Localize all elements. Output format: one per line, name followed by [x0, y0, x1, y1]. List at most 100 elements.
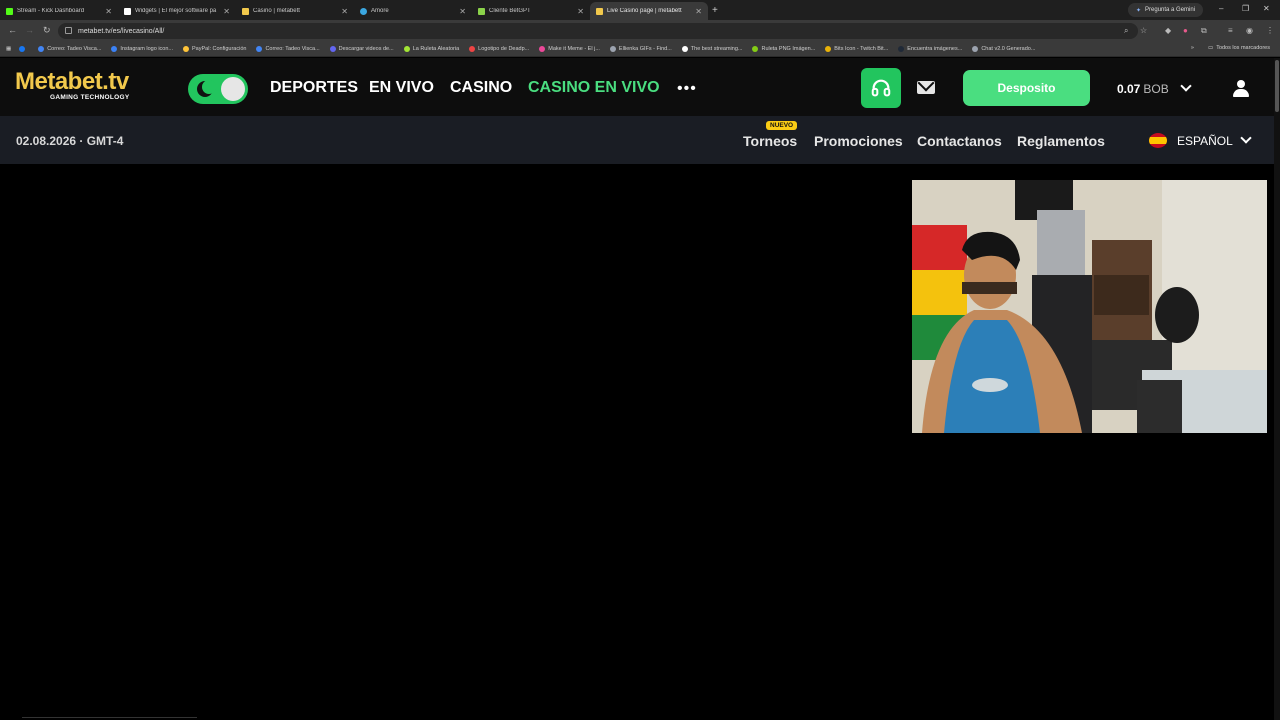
url-input[interactable]: metabet.tv/es/livecasino/All/ — [58, 23, 1138, 39]
support-button[interactable] — [861, 68, 901, 108]
bookmark-item[interactable]: Descargar videos de... — [329, 46, 394, 52]
new-tab-button[interactable]: + — [712, 5, 718, 16]
date-display: 02.08.2026 · GMT-4 — [16, 134, 124, 148]
close-icon[interactable]: ✕ — [695, 7, 702, 16]
gif-icon — [609, 46, 616, 52]
chevron-double-right-icon: » — [1190, 45, 1194, 51]
close-window-button[interactable]: ✕ — [1263, 4, 1270, 13]
page-scrollbar[interactable] — [1274, 58, 1280, 720]
bookmarks-bar: ▦ Correo: Tadeo Visca... Instagram logo … — [0, 42, 1280, 57]
bookmark-item[interactable]: The best streaming... — [681, 46, 742, 52]
chat-icon — [972, 46, 979, 52]
site-logo[interactable]: Metabet.tv GAMING TECHNOLOGY — [15, 70, 130, 102]
logo-icon — [469, 46, 476, 52]
close-icon[interactable]: ✕ — [577, 7, 584, 16]
close-icon[interactable]: ✕ — [105, 7, 112, 16]
menu-icon[interactable]: ≡ — [1228, 26, 1233, 35]
nav-casino-en-vivo[interactable]: CASINO EN VIVO — [528, 79, 660, 97]
close-icon[interactable]: ✕ — [459, 7, 466, 16]
new-badge: NUEVO — [766, 121, 798, 130]
browser-tab-bar: Stream - Kick Dashboard ✕ Widgets | El me… — [0, 0, 1280, 20]
bookmark-item[interactable]: Instagram logo icon... — [111, 46, 173, 52]
browser-tab-active[interactable]: Live Casino page | metabett ✕ — [590, 2, 708, 20]
gemini-icon: ✦ — [1136, 7, 1142, 14]
browser-tab[interactable]: Cliente BetGPT ✕ — [472, 2, 590, 20]
search-icon — [898, 46, 905, 52]
nav-casino[interactable]: CASINO — [450, 79, 512, 97]
back-icon[interactable]: ← — [8, 25, 17, 35]
bookmark-item[interactable]: Correo: Tadeo Visca... — [38, 46, 101, 52]
moon-icon — [197, 80, 216, 97]
bookmark-item[interactable]: Bits Icon - Twitch Bit... — [825, 46, 888, 52]
browser-tab[interactable]: Widgets | El mejor software pa ✕ — [118, 2, 236, 20]
bits-icon — [825, 46, 832, 52]
extension-icon[interactable]: ◆ — [1165, 26, 1171, 35]
kick-icon — [6, 7, 13, 15]
subnav-promociones[interactable]: Promociones — [814, 133, 903, 149]
close-icon[interactable]: ✕ — [341, 7, 348, 16]
bookmark-item[interactable]: Make it Meme - El j... — [539, 46, 600, 52]
wheel-icon — [403, 46, 410, 52]
browser-tab[interactable]: Amore ✕ — [354, 2, 472, 20]
bookmark-item[interactable]: Ellienka GIFs - Find... — [609, 46, 672, 52]
divider — [22, 717, 197, 718]
toggle-knob — [221, 77, 245, 101]
nav-deportes[interactable]: DEPORTES — [270, 79, 358, 97]
reload-icon[interactable]: ↻ — [43, 25, 51, 36]
browser-tab[interactable]: Stream - Kick Dashboard ✕ — [0, 2, 118, 20]
minimize-button[interactable]: – — [1219, 4, 1223, 13]
extensions-icon[interactable]: ⧉ — [1201, 26, 1207, 36]
headset-icon — [871, 79, 891, 97]
nav-en-vivo[interactable]: EN VIVO — [369, 79, 434, 97]
subnav-reglamentos[interactable]: Reglamentos — [1017, 133, 1105, 149]
forward-icon[interactable]: → — [25, 25, 34, 35]
balance-display[interactable]: 0.07 BOB — [1117, 82, 1169, 96]
zoom-icon[interactable]: ⌕ — [1124, 26, 1128, 36]
profile-icon[interactable]: ◉ — [1246, 26, 1253, 35]
facebook-icon — [19, 46, 26, 52]
deposit-button[interactable]: Desposito — [963, 70, 1090, 106]
bookmark-item[interactable]: Chat v2.0 Generado... — [972, 46, 1035, 52]
paypal-icon — [183, 46, 190, 52]
diamond-icon — [681, 46, 688, 52]
bookmark-item[interactable] — [19, 46, 28, 52]
webcam-overlay — [912, 180, 1267, 433]
site-info-icon[interactable] — [65, 27, 72, 34]
close-icon[interactable]: ✕ — [223, 7, 230, 16]
scrollbar-thumb[interactable] — [1275, 60, 1279, 112]
maximize-button[interactable]: ❐ — [1242, 4, 1249, 13]
mail-icon — [38, 46, 45, 52]
gemini-button[interactable]: ✦ Pregunta a Gemini — [1128, 3, 1204, 17]
extension-icon[interactable]: ● — [1183, 26, 1188, 35]
user-icon[interactable] — [1232, 80, 1250, 97]
betgpt-icon — [478, 7, 485, 15]
subnav-contactanos[interactable]: Contactanos — [917, 133, 1002, 149]
metabet-icon — [596, 7, 603, 15]
browser-tab[interactable]: Casino | metabett ✕ — [236, 2, 354, 20]
bookmark-item[interactable]: La Ruleta Aleatoria — [403, 46, 459, 52]
metabet-icon — [242, 7, 249, 15]
bookmark-item[interactable]: Correo: Tadeo Visca... — [256, 46, 320, 52]
mail-icon[interactable] — [917, 81, 935, 94]
bookmark-item[interactable]: Logotipo de Deadp... — [469, 46, 529, 52]
apps-icon[interactable]: ▦ — [6, 46, 11, 52]
mail-icon — [256, 46, 263, 52]
amore-icon — [360, 7, 367, 15]
image-icon — [111, 46, 118, 52]
widgets-icon — [124, 7, 131, 15]
subnav-torneos[interactable]: Torneos — [743, 133, 797, 149]
bookmark-item[interactable]: PayPal: Configuración — [183, 46, 246, 52]
download-icon — [329, 46, 336, 52]
folder-icon: ▭ — [1207, 45, 1214, 51]
roulette-icon — [752, 46, 759, 52]
bookmark-item[interactable]: Encuentra imágenes... — [898, 46, 962, 52]
webcam-feed-image — [912, 180, 1267, 433]
more-vert-icon[interactable]: ⋮ — [1266, 26, 1274, 35]
language-selector[interactable]: ESPAÑOL — [1177, 134, 1233, 148]
star-icon[interactable]: ☆ — [1140, 26, 1147, 35]
more-menu-icon[interactable]: ••• — [677, 80, 697, 98]
theme-toggle[interactable] — [188, 74, 248, 104]
spain-flag-icon[interactable] — [1149, 133, 1167, 148]
bookmark-item[interactable]: Ruleta PNG Imágen... — [752, 46, 815, 52]
all-bookmarks-button[interactable]: » ▭ Todos los marcadores — [1191, 45, 1270, 51]
